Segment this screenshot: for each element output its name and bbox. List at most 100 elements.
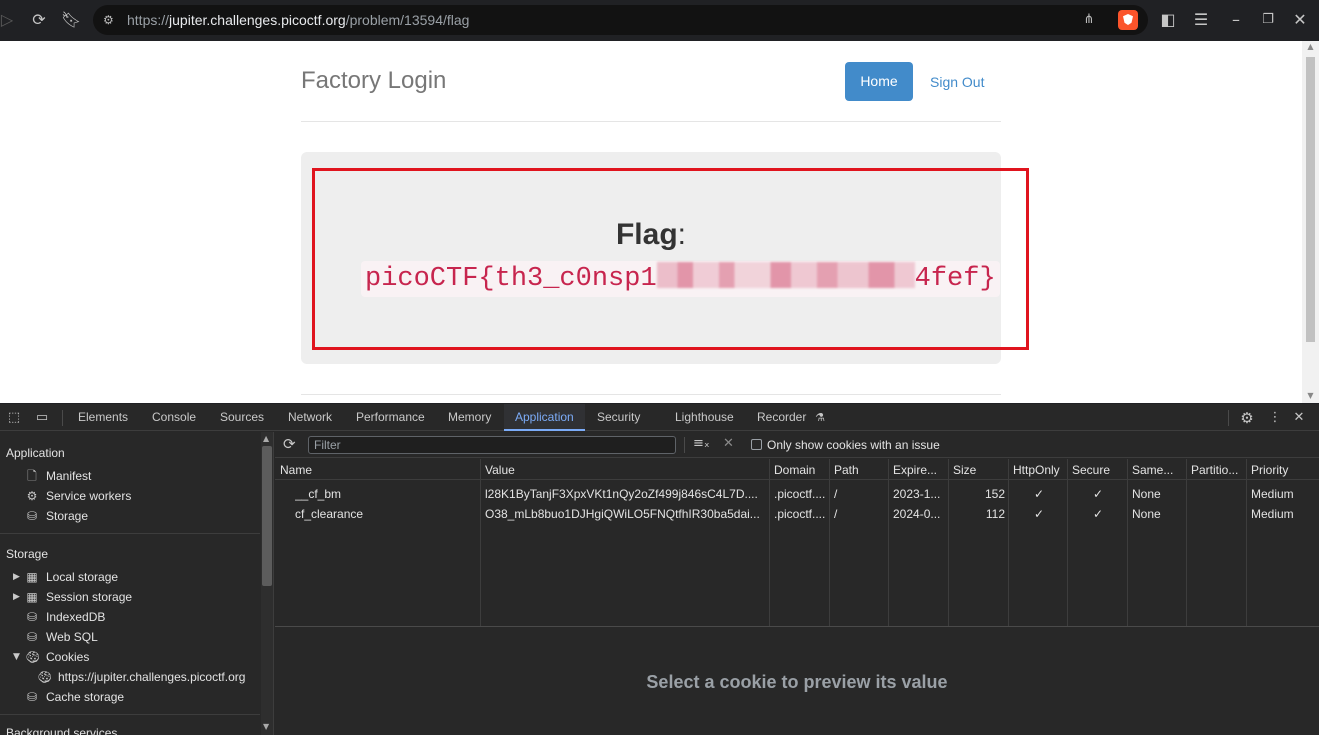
share-icon[interactable]: ⋔ (1080, 11, 1098, 29)
tab-recorder[interactable]: Recorder (757, 404, 806, 431)
cookie-filter-input[interactable]: Filter (308, 436, 676, 454)
sidebar-item-storage[interactable]: Storage (46, 509, 88, 523)
preview-placeholder: Select a cookie to preview its value (646, 672, 948, 692)
document-icon: 🗋 (27, 469, 37, 483)
reload-icon[interactable]: ⟳ (28, 9, 50, 31)
table-icon: ▦ (26, 570, 38, 584)
cookie-samesite: None (1132, 487, 1161, 501)
scroll-down-icon[interactable]: ▼ (1306, 392, 1315, 400)
column-header-expires[interactable]: Expire... (893, 460, 945, 480)
sidebar-item-cache-storage[interactable]: Cache storage (46, 690, 124, 704)
column-header-priority[interactable]: Priority (1251, 460, 1315, 480)
sidebar-item-local-storage[interactable]: Local storage (46, 570, 118, 584)
clear-filtered-cookies-icon[interactable]: ≡ₓ (693, 436, 710, 451)
tab-security[interactable]: Security (597, 404, 640, 431)
menu-icon[interactable]: ☰ (1190, 9, 1212, 31)
tab-sources[interactable]: Sources (220, 404, 264, 431)
toolbar-divider (1228, 410, 1229, 426)
header-divider (301, 121, 1001, 122)
sidebar-item-session-storage[interactable]: Session storage (46, 590, 132, 604)
sidebar-scroll-thumb[interactable] (262, 446, 272, 586)
page-scrollbar[interactable]: ▲ ▼ (1302, 41, 1319, 403)
cookie-size: 112 (985, 507, 1005, 521)
tab-elements[interactable]: Elements (78, 404, 128, 431)
scroll-up-icon[interactable]: ▲ (1306, 43, 1315, 51)
more-options-icon[interactable]: ⋮ (1266, 409, 1284, 427)
table-row[interactable]: __cf_bm l28K1ByTanjF3XpxVKt1nQy2oZf499j8… (275, 484, 1319, 504)
url-text[interactable]: https://jupiter.challenges.picoctf.org/p… (127, 12, 469, 28)
page-title: Factory Login (301, 67, 447, 94)
table-row[interactable]: cf_clearance O38_mLb8buo1DJHgiQWiLO5FNQt… (275, 504, 1319, 524)
scroll-up-icon[interactable]: ▲ (263, 434, 269, 443)
cookie-priority: Medium (1251, 487, 1294, 501)
sign-out-link[interactable]: Sign Out (930, 74, 984, 90)
cookie-domain: .picoctf.... (774, 507, 826, 521)
database-icon: ⛁ (26, 630, 38, 644)
application-section-header: Application (6, 446, 65, 460)
sidebar-toggle-icon[interactable]: ◧ (1157, 9, 1179, 31)
tab-lighthouse[interactable]: Lighthouse (675, 404, 734, 431)
cookie-samesite: None (1132, 507, 1161, 521)
sidebar-item-service-workers[interactable]: Service workers (46, 489, 131, 503)
device-toolbar-icon[interactable]: ▭ (33, 409, 51, 427)
home-button[interactable]: Home (845, 62, 913, 101)
column-header-secure[interactable]: Secure (1072, 460, 1124, 480)
database-icon: ⛁ (26, 690, 38, 704)
footer-divider (301, 394, 1001, 395)
tab-network[interactable]: Network (288, 404, 332, 431)
expand-arrow-icon[interactable]: ▶ (13, 570, 23, 584)
close-devtools-icon[interactable]: ✕ (1290, 409, 1308, 427)
expand-arrow-icon[interactable]: ▶ (13, 590, 23, 604)
cookies-table: Name Value Domain Path Expire... Size Ht… (275, 459, 1319, 627)
cookie-name: __cf_bm (295, 487, 342, 501)
refresh-icon[interactable]: ⟳ (283, 435, 301, 453)
column-header-value[interactable]: Value (485, 460, 765, 480)
collapse-arrow-icon[interactable]: ▼ (13, 650, 23, 664)
tab-memory[interactable]: Memory (448, 404, 491, 431)
cookie-icon: 🍪︎ (37, 670, 53, 684)
database-icon: ⛁ (26, 509, 38, 523)
cookie-icon: 🍪︎ (25, 650, 41, 664)
experiment-flask-icon: ⚗ (815, 411, 825, 424)
sidebar-scrollbar[interactable]: ▲ ▼ (261, 432, 273, 735)
delete-selected-icon[interactable]: ✕ (723, 436, 734, 451)
cookie-path: / (834, 507, 838, 521)
tab-application[interactable]: Application (504, 404, 585, 431)
column-header-httponly[interactable]: HttpOnly (1013, 460, 1065, 480)
scroll-down-icon[interactable]: ▼ (263, 722, 269, 731)
cookie-expires: 2023-1... (893, 487, 941, 501)
cookie-secure: ✓ (1092, 507, 1104, 521)
database-icon: ⛁ (26, 610, 38, 624)
tab-performance[interactable]: Performance (356, 404, 425, 431)
column-header-path[interactable]: Path (834, 460, 886, 480)
column-header-name[interactable]: Name (280, 460, 475, 480)
inspect-element-icon[interactable]: ⬚ (5, 409, 23, 427)
minimize-icon[interactable]: – (1225, 9, 1247, 31)
cookie-value: l28K1ByTanjF3XpxVKt1nQy2oZf499j846sC4L7D… (485, 487, 758, 501)
sidebar-item-indexeddb[interactable]: IndexedDB (46, 610, 105, 624)
close-window-icon[interactable]: ✕ (1289, 9, 1311, 31)
brave-shields-icon[interactable] (1118, 10, 1138, 30)
forward-icon[interactable]: ▷ (0, 9, 18, 31)
toolbar-divider (62, 410, 63, 426)
cookie-preview-pane: Select a cookie to preview its value (275, 628, 1319, 735)
column-header-domain[interactable]: Domain (774, 460, 826, 480)
column-header-size[interactable]: Size (953, 460, 1005, 480)
scrollbar-thumb[interactable] (1306, 57, 1315, 342)
restore-icon[interactable]: ❐ (1257, 9, 1279, 31)
tab-console[interactable]: Console (152, 404, 196, 431)
address-bar[interactable]: ⚙ https://jupiter.challenges.picoctf.org… (93, 5, 1148, 35)
column-header-partition[interactable]: Partitio... (1191, 460, 1243, 480)
sidebar-item-manifest[interactable]: Manifest (46, 469, 91, 483)
bookmark-icon[interactable]: 🔖︎ (60, 9, 82, 31)
site-info-icon[interactable]: ⚙ (103, 12, 119, 28)
cookie-secure: ✓ (1092, 487, 1104, 501)
sidebar-item-web-sql[interactable]: Web SQL (46, 630, 98, 644)
column-header-samesite[interactable]: Same... (1132, 460, 1184, 480)
only-issues-checkbox[interactable] (751, 439, 762, 450)
table-icon: ▦ (26, 590, 38, 604)
settings-gear-icon[interactable]: ⚙ (1238, 409, 1256, 427)
application-sidebar: Application 🗋 Manifest ⚙ Service workers… (0, 432, 274, 735)
sidebar-item-cookie-origin[interactable]: https://jupiter.challenges.picoctf.org (58, 670, 245, 684)
sidebar-item-cookies[interactable]: Cookies (46, 650, 89, 664)
